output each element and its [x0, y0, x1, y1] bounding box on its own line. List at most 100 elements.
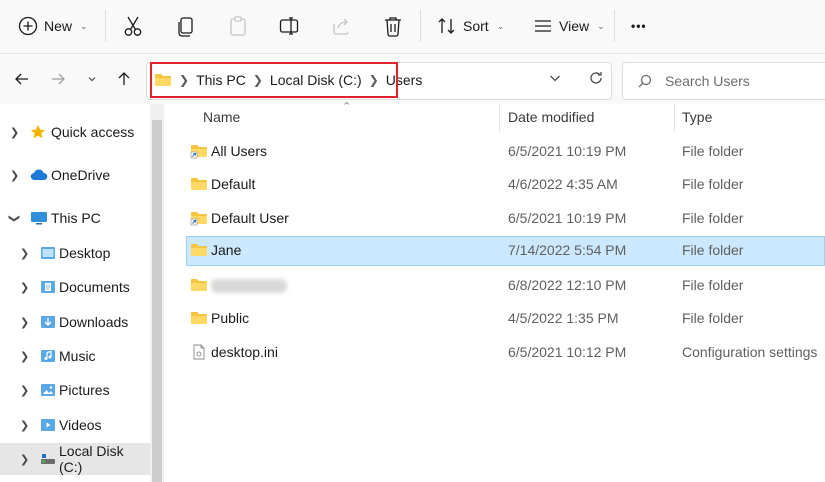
- search-icon: [638, 74, 652, 88]
- file-name: Public: [211, 310, 250, 326]
- chevron-down-icon: [550, 75, 560, 82]
- address-history-button[interactable]: [548, 71, 562, 88]
- forward-button[interactable]: [46, 66, 70, 92]
- recent-locations-button[interactable]: [80, 66, 104, 92]
- chevron-right-icon[interactable]: ❯: [20, 316, 29, 329]
- column-divider[interactable]: [674, 104, 675, 132]
- file-type: File folder: [682, 176, 744, 192]
- chevron-right-icon[interactable]: ❯: [20, 384, 29, 397]
- sidebar-item-onedrive[interactable]: ❯ OneDrive: [0, 159, 150, 191]
- table-row[interactable]: Default User 6/5/2021 10:19 PM File fold…: [186, 204, 825, 233]
- paste-button[interactable]: [228, 10, 248, 42]
- view-label: View: [559, 18, 590, 34]
- chevron-down-icon: ⌄: [80, 20, 88, 31]
- sort-button[interactable]: Sort ⌄: [437, 10, 504, 42]
- search-input[interactable]: Search Users: [622, 62, 825, 100]
- paste-icon: [230, 16, 246, 36]
- file-type: Configuration settings: [682, 344, 818, 360]
- chevron-right-icon[interactable]: ❯: [10, 126, 19, 139]
- file-type: File folder: [682, 277, 744, 293]
- column-header-type[interactable]: Type: [682, 104, 822, 130]
- rename-icon: [279, 17, 299, 35]
- new-button[interactable]: New ⌄: [18, 10, 88, 42]
- back-button[interactable]: [10, 66, 34, 92]
- folder-shortcut-icon: [190, 212, 207, 226]
- sidebar-item-downloads[interactable]: ❯ Downloads: [0, 306, 150, 338]
- chevron-down-icon: ⌄: [496, 20, 505, 31]
- sidebar-item-videos[interactable]: ❯ Videos: [0, 409, 150, 441]
- downloads-folder-icon: [41, 316, 55, 328]
- chevron-right-icon[interactable]: ❯: [20, 247, 29, 260]
- chevron-right-icon[interactable]: ❯: [10, 169, 19, 182]
- file-type: File folder: [682, 242, 744, 258]
- file-type: File folder: [682, 210, 744, 226]
- file-type: File folder: [682, 143, 744, 159]
- sidebar-item-quick-access[interactable]: ❯ Quick access: [0, 116, 150, 148]
- sidebar-item-desktop[interactable]: ❯ Desktop: [0, 237, 150, 269]
- up-button[interactable]: [112, 66, 136, 92]
- arrow-up-icon: [118, 72, 130, 85]
- sidebar-scrollbar-thumb[interactable]: [152, 120, 162, 482]
- sidebar-item-label: Desktop: [59, 245, 111, 261]
- desktop-folder-icon: [41, 247, 55, 259]
- share-button[interactable]: [331, 10, 351, 42]
- refresh-button[interactable]: [588, 70, 604, 89]
- column-header-name[interactable]: Name: [203, 104, 493, 130]
- file-name: desktop.ini: [211, 344, 278, 360]
- chevron-down-icon[interactable]: ❯: [8, 213, 21, 222]
- view-button[interactable]: View ⌄: [533, 10, 605, 42]
- table-row[interactable]: desktop.ini 6/5/2021 10:12 PM Configurat…: [186, 338, 825, 367]
- delete-button[interactable]: [383, 10, 403, 42]
- column-header-label: Date modified: [508, 109, 595, 125]
- new-label: New: [44, 18, 73, 34]
- table-row[interactable]: Default 4/6/2022 4:35 AM File folder: [186, 170, 825, 199]
- sidebar-item-label: Quick access: [51, 124, 135, 140]
- sort-icon: [438, 18, 455, 34]
- more-dots-icon: •••: [631, 19, 647, 33]
- sidebar-item-local-disk[interactable]: ❯ Local Disk (C:): [0, 443, 150, 475]
- chevron-down-icon: [88, 77, 96, 82]
- plus-circle-icon: [18, 16, 38, 36]
- copy-button[interactable]: [176, 10, 196, 42]
- sidebar-item-documents[interactable]: ❯ Documents: [0, 271, 150, 303]
- more-options-button[interactable]: •••: [631, 10, 647, 42]
- table-row[interactable]: All Users 6/5/2021 10:19 PM File folder: [186, 137, 825, 166]
- cut-button[interactable]: [123, 10, 143, 42]
- arrow-left-icon: [15, 73, 28, 85]
- drive-icon: [41, 454, 55, 464]
- rename-button[interactable]: [279, 10, 301, 42]
- toolbar-divider: [420, 10, 421, 42]
- file-date: 6/5/2021 10:19 PM: [508, 143, 627, 159]
- chevron-right-icon[interactable]: ❯: [20, 281, 29, 294]
- toolbar-divider: [614, 10, 615, 42]
- table-row[interactable]: 6/8/2022 12:10 PM File folder: [186, 271, 825, 300]
- sort-label: Sort: [463, 18, 489, 34]
- folder-icon: [191, 312, 207, 324]
- file-name: Default: [211, 176, 256, 192]
- chevron-right-icon[interactable]: ❯: [20, 453, 29, 466]
- pictures-folder-icon: [41, 384, 55, 396]
- file-date: 6/5/2021 10:19 PM: [508, 210, 627, 226]
- table-row-selected[interactable]: Jane 7/14/2022 5:54 PM File folder: [186, 236, 825, 266]
- sidebar-item-label: Pictures: [59, 382, 110, 398]
- table-row[interactable]: Public 4/5/2022 1:35 PM File folder: [186, 304, 825, 333]
- file-list: ⌃ Name Date modified Type All Users 6/5/…: [164, 101, 825, 482]
- arrow-right-icon: [52, 73, 65, 85]
- view-list-icon: [535, 20, 551, 32]
- scissors-icon: [124, 16, 142, 36]
- chevron-right-icon[interactable]: ❯: [20, 419, 29, 432]
- folder-icon: [191, 178, 207, 190]
- file-date: 7/14/2022 5:54 PM: [508, 242, 627, 258]
- chevron-right-icon[interactable]: ❯: [20, 350, 29, 363]
- trash-icon: [385, 17, 401, 37]
- column-divider[interactable]: [499, 104, 500, 132]
- sidebar-item-label: Videos: [59, 417, 102, 433]
- sidebar-item-pictures[interactable]: ❯ Pictures: [0, 374, 150, 406]
- column-header-date[interactable]: Date modified: [508, 104, 668, 130]
- folder-icon: [191, 279, 207, 291]
- sidebar-item-music[interactable]: ❯ Music: [0, 340, 150, 372]
- command-bar: New ⌄ Sort ⌄ View ⌄ •••: [0, 0, 825, 54]
- sidebar-item-this-pc[interactable]: ❯ This PC: [0, 202, 150, 234]
- file-date: 4/5/2022 1:35 PM: [508, 310, 619, 326]
- file-name: Default User: [211, 210, 289, 226]
